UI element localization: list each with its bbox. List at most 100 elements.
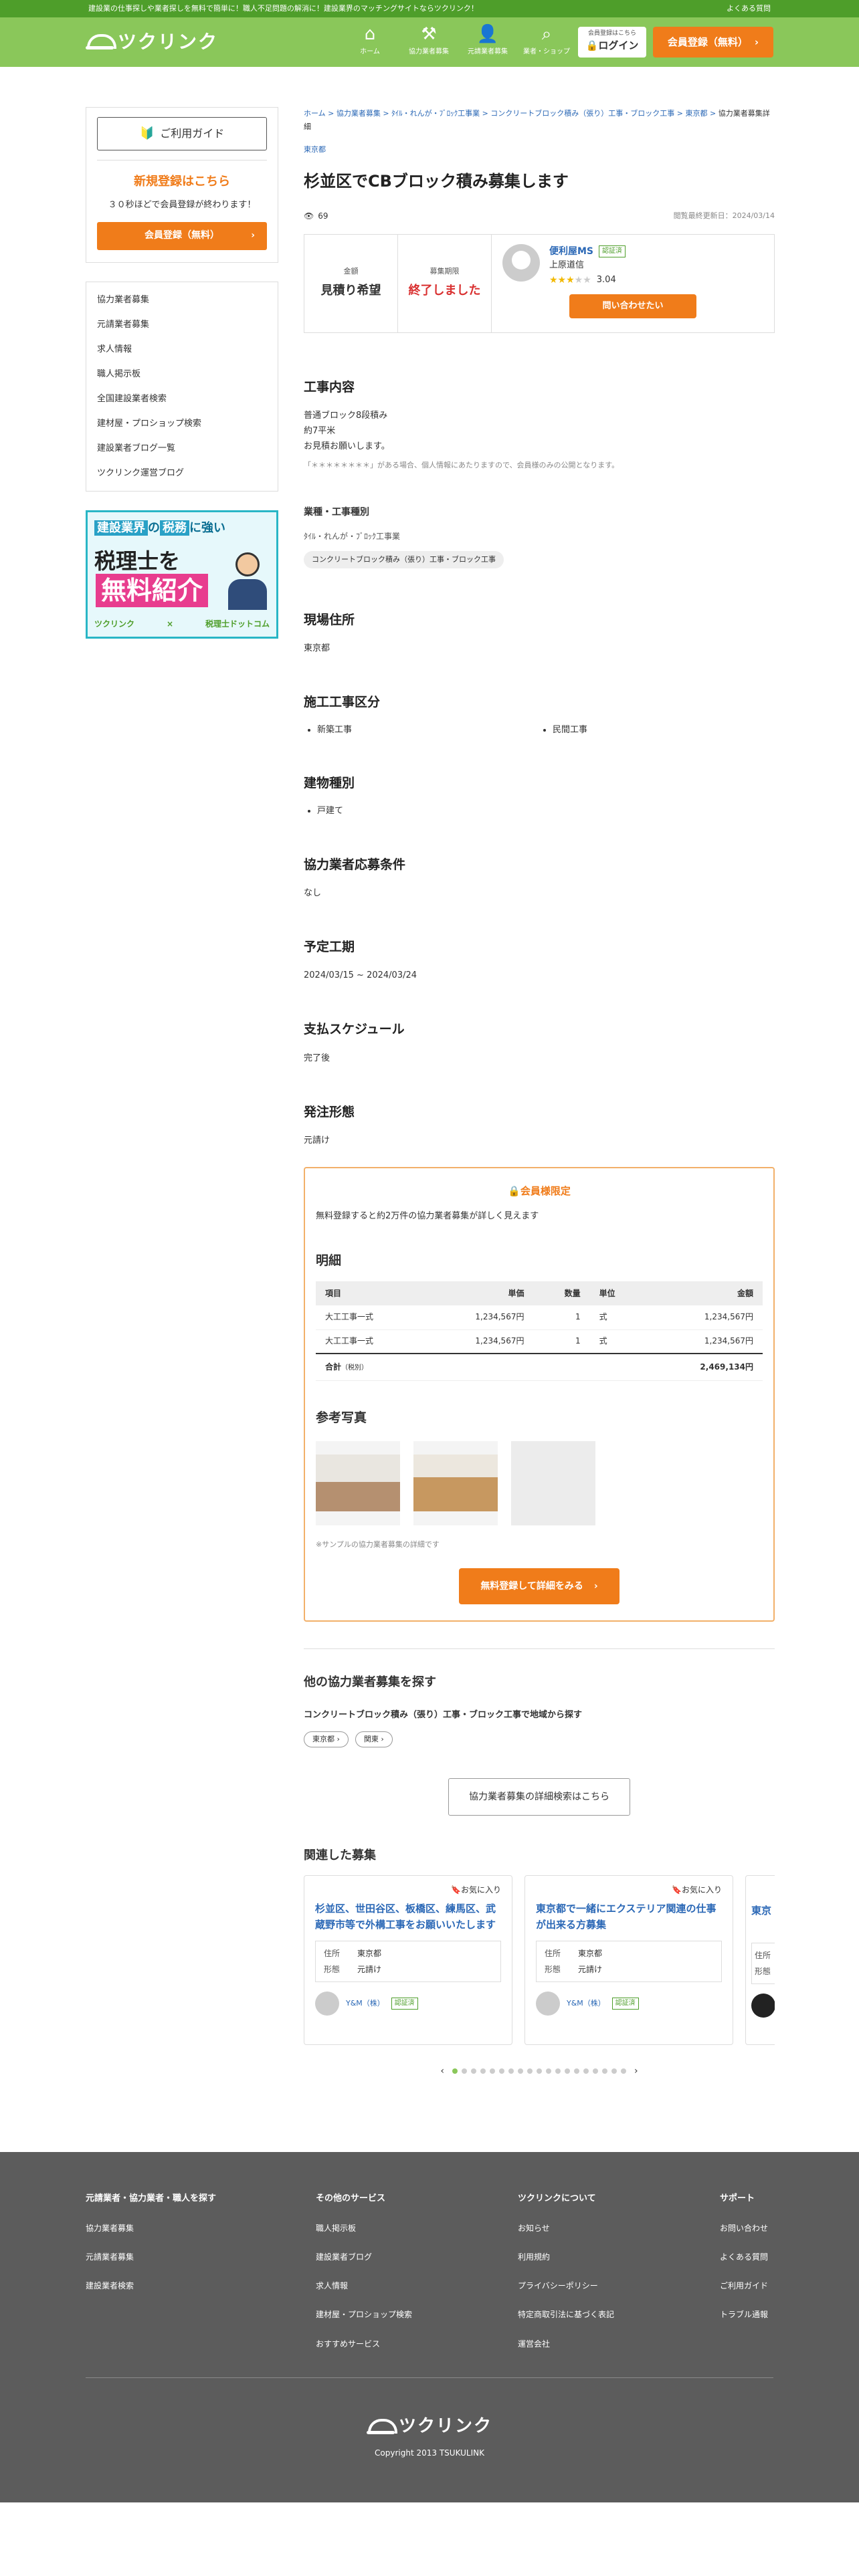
login-button[interactable]: 会員登録はこちら 🔒ログイン	[578, 27, 646, 58]
carousel-dot[interactable]	[602, 2068, 607, 2074]
user-guide-button[interactable]: 🔰 ご利用ガイド	[97, 117, 267, 150]
bookmark-icon: 🔖	[451, 1885, 461, 1895]
carousel-dot[interactable]	[611, 2068, 617, 2074]
avatar	[536, 1991, 560, 2016]
carousel-dot[interactable]	[499, 2068, 504, 2074]
sidebar-link[interactable]: 職人掲示板	[97, 362, 267, 387]
reference-photo[interactable]	[413, 1441, 498, 1526]
related-card-partial[interactable]: 東京 住所 形態	[745, 1874, 775, 2045]
sidebar-link[interactable]: 協力業者募集	[97, 288, 267, 312]
footer-link[interactable]: 職人掲示板	[316, 2222, 518, 2235]
carousel-dot[interactable]	[593, 2068, 598, 2074]
region-pill[interactable]: 東京都 ›	[304, 1731, 349, 1747]
reference-photo[interactable]	[511, 1441, 595, 1526]
carousel-dot[interactable]	[537, 2068, 542, 2074]
footer-link[interactable]: 特定商取引法に基づく表記	[518, 2309, 720, 2321]
sidebar-link[interactable]: 全国建設業者検索	[97, 387, 267, 411]
company-name-link[interactable]: 便利屋MS	[549, 244, 593, 259]
footer-link[interactable]: よくある質問	[720, 2251, 773, 2264]
avatar[interactable]	[502, 243, 540, 282]
footer-link[interactable]: 協力業者募集	[86, 2222, 316, 2235]
site-logo[interactable]: ツクリンク	[86, 27, 218, 58]
faq-link[interactable]: よくある質問	[727, 3, 771, 15]
breadcrumb-path[interactable]: ホーム > 協力業者募集 > ﾀｲﾙ・れんが・ﾌﾞﾛｯｸ工事業 > コンクリート…	[304, 109, 719, 118]
home-icon: ⌂	[364, 24, 376, 44]
footer-link[interactable]: お知らせ	[518, 2222, 720, 2235]
signup-button[interactable]: 会員登録（無料） ›	[653, 27, 773, 58]
detail-table: 項目 単価 数量 単位 金額 大工工事一式 1,234,567円 1 式 1,2…	[316, 1281, 763, 1381]
sidebar-link[interactable]: 元請業者募集	[97, 312, 267, 337]
chevron-right-icon: ›	[251, 230, 255, 241]
related-card[interactable]: 🔖お気に入り 東京都で一緒にエクステリア関連の仕事が出来る方募集 住所 東京都 形…	[524, 1874, 733, 2045]
view-count: 👁 69	[304, 210, 328, 223]
work-type-tag[interactable]: コンクリートブロック積み（張り）工事・ブロック工事	[304, 551, 504, 568]
footer-link[interactable]: お問い合わせ	[720, 2222, 773, 2235]
footer-link[interactable]: トラブル通報	[720, 2309, 773, 2321]
footer-link[interactable]: 運営会社	[518, 2338, 720, 2351]
register-see-details-button[interactable]: 無料登録して詳細をみる ›	[459, 1568, 619, 1604]
construction-section: 施工工事区分 新築工事 民間工事	[304, 692, 775, 737]
sidebar-link[interactable]: 求人情報	[97, 337, 267, 362]
top-announcement-bar: 建設業の仕事探しや業者探しを無料で簡単に！職人不足問題の解消に！建設業界のマッチ…	[0, 0, 859, 17]
footer-link[interactable]: おすすめサービス	[316, 2338, 518, 2351]
contact-name: 上原道信	[549, 259, 585, 270]
order-section: 発注形態 元請け	[304, 1104, 355, 1146]
nav-contractor-recruit[interactable]: 👤 元請業者募集	[462, 23, 513, 58]
footer-link[interactable]: 建材屋・プロショップ検索	[316, 2309, 518, 2321]
helmet-logo-icon	[86, 33, 116, 51]
carousel-dot[interactable]	[527, 2068, 533, 2074]
footer-link[interactable]: ご利用ガイド	[720, 2280, 773, 2292]
sidebar-link[interactable]: 建材屋・プロショップ検索	[97, 411, 267, 436]
search-others-section: 他の協力業者募集を探す コンクリートブロック積み（張り）工事・ブロック工事で地域…	[304, 1673, 775, 1816]
carousel-dot[interactable]	[480, 2068, 486, 2074]
footer-link[interactable]: 元請業者募集	[86, 2251, 316, 2264]
related-card[interactable]: 🔖お気に入り 杉並区、世田谷区、板橋区、練馬区、武蔵野市等で外構工事をお願いいた…	[304, 1874, 512, 2045]
carousel-dot[interactable]	[555, 2068, 561, 2074]
carousel-dot[interactable]	[621, 2068, 626, 2074]
nav-shop-search[interactable]: ⌕ 業者・ショップ	[521, 23, 572, 58]
favorite-button[interactable]: 🔖お気に入り	[536, 1884, 722, 1897]
site-footer: 元請業者・協力業者・職人を探す 協力業者募集 元請業者募集 建設業者検索 その他のサ…	[0, 2152, 859, 2503]
breadcrumb-pref[interactable]: 東京都	[304, 143, 775, 156]
carousel-dot[interactable]	[546, 2068, 551, 2074]
carousel-dot[interactable]	[565, 2068, 570, 2074]
advanced-search-button[interactable]: 協力業者募集の詳細検索はこちら	[448, 1778, 630, 1816]
carousel-pagination: ‹ ›	[304, 2064, 775, 2078]
footer-column: ツクリンクについて お知らせ 利用規約 プライバシーポリシー 特定商取引法に基づく表記…	[518, 2192, 720, 2351]
bookmark-icon: 🔖	[672, 1885, 682, 1895]
main-nav: ⌂ ホーム ⚒ 協力業者募集 👤 元請業者募集 ⌕ 業者・ショップ	[345, 23, 572, 58]
avatar	[315, 1991, 339, 2016]
favorite-button[interactable]: 🔖お気に入り	[315, 1884, 501, 1897]
footer-link[interactable]: 建設業者ブログ	[316, 2251, 518, 2264]
tax-advisor-banner[interactable]: 建設業界の税務 に強い 税理士を 無料紹介 ツクリンク × 税理士ドットコム	[86, 510, 278, 639]
privacy-note: 「＊＊＊＊＊＊＊＊」がある場合、個人情報にあたりますので、会員様のみの公開となり…	[304, 460, 619, 469]
carousel-dot[interactable]	[462, 2068, 467, 2074]
carousel-dot[interactable]	[518, 2068, 523, 2074]
footer-link[interactable]: 建設業者検索	[86, 2280, 316, 2292]
nav-partner-recruit[interactable]: ⚒ 協力業者募集	[403, 23, 454, 58]
registration-box: 新規登録はこちら ３０秒ほどで会員登録が終わります！ 会員登録（無料） ›	[97, 160, 267, 250]
carousel-dot[interactable]	[508, 2068, 514, 2074]
sidebar-cta-card: 🔰 ご利用ガイド 新規登録はこちら ３０秒ほどで会員登録が終わります！ 会員登録…	[86, 107, 278, 263]
sidebar-link[interactable]: ツクリンク運営ブログ	[97, 461, 267, 486]
amount-value: 見積り希望	[320, 283, 381, 298]
inquiry-button[interactable]: 問い合わせたい	[569, 294, 696, 319]
footer-link[interactable]: 求人情報	[316, 2280, 518, 2292]
carousel-dot[interactable]	[574, 2068, 579, 2074]
related-carousel: 🔖お気に入り 杉並区、世田谷区、板橋区、練馬区、武蔵野市等で外構工事をお願いいた…	[304, 1874, 775, 2045]
sidebar-signup-button[interactable]: 会員登録（無料） ›	[97, 221, 267, 250]
prev-arrow-icon[interactable]: ‹	[440, 2064, 444, 2078]
carousel-dot[interactable]	[452, 2068, 458, 2074]
reference-photo[interactable]	[316, 1441, 400, 1526]
footer-logo[interactable]: ツクリンク	[86, 2413, 773, 2441]
carousel-dot[interactable]	[490, 2068, 495, 2074]
footer-link[interactable]: プライバシーポリシー	[518, 2280, 720, 2292]
deadline-status: 終了しました	[408, 283, 481, 298]
carousel-dot[interactable]	[471, 2068, 476, 2074]
nav-home[interactable]: ⌂ ホーム	[345, 23, 395, 58]
region-pill[interactable]: 関東 ›	[355, 1731, 393, 1747]
footer-link[interactable]: 利用規約	[518, 2251, 720, 2264]
carousel-dot[interactable]	[583, 2068, 589, 2074]
next-arrow-icon[interactable]: ›	[634, 2064, 638, 2078]
sidebar-link[interactable]: 建設業者ブログ一覧	[97, 436, 267, 461]
